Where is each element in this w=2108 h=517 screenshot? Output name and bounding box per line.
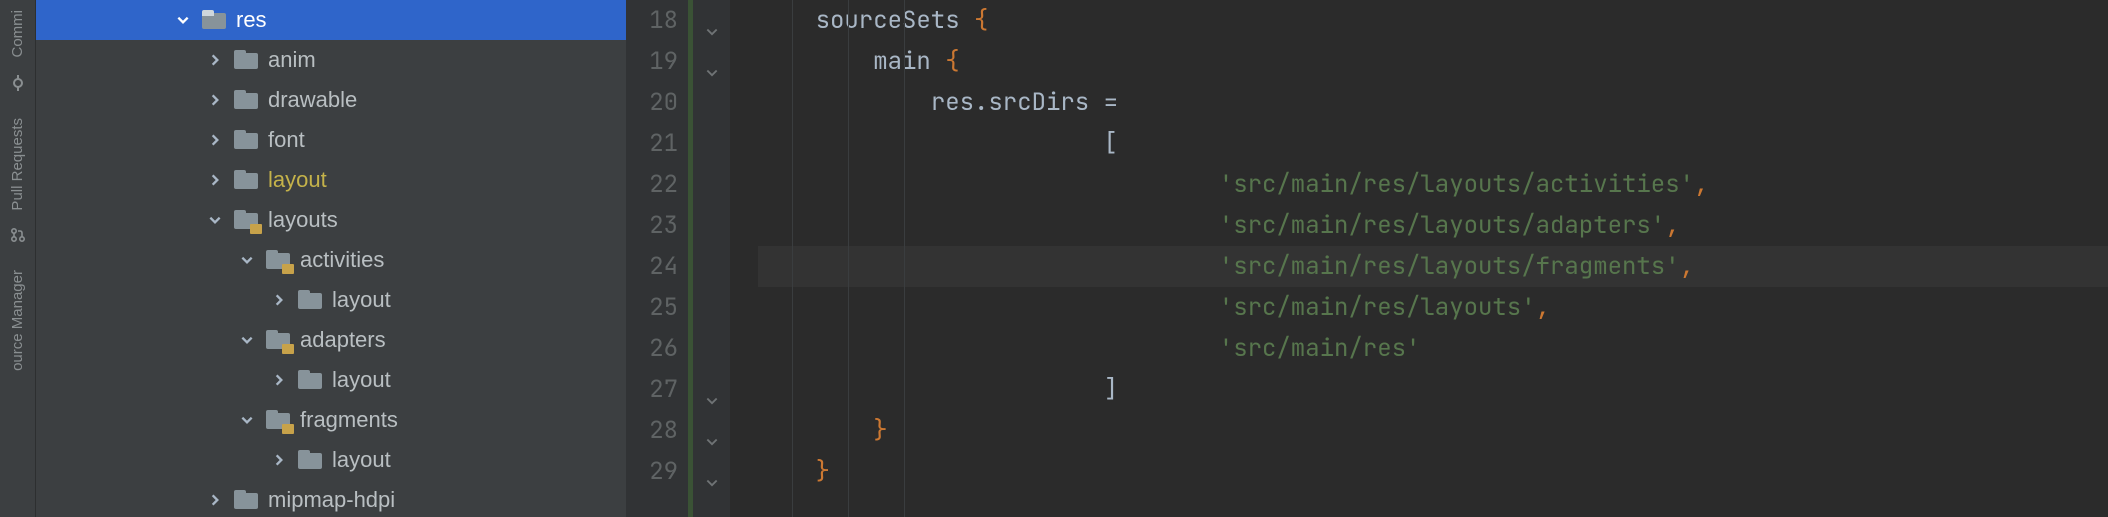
line-number[interactable]: 28 (626, 410, 678, 451)
code-line[interactable]: } (758, 410, 2108, 451)
tree-item-label: res (236, 9, 267, 31)
code-line[interactable]: sourceSets { (758, 0, 2108, 41)
code-line[interactable]: 'src/main/res/layouts/adapters', (758, 205, 2108, 246)
code-line[interactable]: [ (758, 123, 2108, 164)
chevron-down-icon[interactable] (174, 11, 192, 29)
line-number[interactable]: 19 (626, 41, 678, 82)
chevron-right-icon[interactable] (270, 291, 288, 309)
tree-item-label: layout (268, 169, 327, 191)
tree-item-label: layout (332, 369, 391, 391)
editor-fold-gutter[interactable] (688, 0, 730, 517)
tree-item-layout[interactable]: layout (36, 440, 626, 480)
chevron-right-icon[interactable] (206, 51, 224, 69)
line-number[interactable]: 27 (626, 369, 678, 410)
line-number[interactable]: 21 (626, 123, 678, 164)
chevron-right-icon[interactable] (206, 131, 224, 149)
fold-toggle-icon[interactable] (705, 12, 721, 28)
line-number[interactable]: 23 (626, 205, 678, 246)
tree-item-anim[interactable]: anim (36, 40, 626, 80)
tool-tab-commit[interactable]: Commi (9, 0, 26, 68)
chevron-down-icon[interactable] (238, 251, 256, 269)
tool-tab-resource-manager[interactable]: ource Manager (9, 260, 26, 381)
tree-item-res[interactable]: res (36, 0, 626, 40)
tree-item-drawable[interactable]: drawable (36, 80, 626, 120)
line-number[interactable]: 25 (626, 287, 678, 328)
line-number[interactable]: 29 (626, 451, 678, 492)
folder-icon (234, 210, 258, 230)
ide-root: Commi Pull Requests ource Manager resani… (0, 0, 2108, 517)
code-line[interactable]: ] (758, 369, 2108, 410)
chevron-down-icon[interactable] (238, 411, 256, 429)
code-editor[interactable]: 181920212223242526272829 sourceSets { ma… (626, 0, 2108, 517)
editor-code-area[interactable]: sourceSets { main { res.srcDirs = [ 'src… (730, 0, 2108, 517)
tree-item-label: anim (268, 49, 316, 71)
fold-toggle-icon[interactable] (705, 463, 721, 479)
fold-toggle-icon[interactable] (705, 381, 721, 397)
fold-toggle-icon[interactable] (705, 422, 721, 438)
code-line[interactable]: 'src/main/res' (758, 328, 2108, 369)
tree-item-mipmap-hdpi[interactable]: mipmap-hdpi (36, 480, 626, 517)
tree-item-label: layout (332, 289, 391, 311)
folder-icon (234, 50, 258, 70)
chevron-right-icon[interactable] (206, 171, 224, 189)
code-line[interactable]: 'src/main/res/layouts/activities', (758, 164, 2108, 205)
chevron-down-icon[interactable] (238, 331, 256, 349)
line-number[interactable]: 20 (626, 82, 678, 123)
tree-item-adapters[interactable]: adapters (36, 320, 626, 360)
chevron-right-icon[interactable] (270, 451, 288, 469)
folder-icon (266, 330, 290, 350)
editor-gutter[interactable]: 181920212223242526272829 (626, 0, 688, 517)
tree-item-label: adapters (300, 329, 386, 351)
tree-item-label: activities (300, 249, 384, 271)
tree-item-activities[interactable]: activities (36, 240, 626, 280)
tree-item-label: drawable (268, 89, 357, 111)
chevron-right-icon[interactable] (270, 371, 288, 389)
folder-icon (234, 90, 258, 110)
tree-item-layout[interactable]: layout (36, 360, 626, 400)
line-number[interactable]: 24 (626, 246, 678, 287)
folder-icon (298, 370, 322, 390)
tool-tab-pull-requests[interactable]: Pull Requests (9, 108, 26, 221)
tree-item-layout[interactable]: layout (36, 160, 626, 200)
folder-icon (266, 250, 290, 270)
folder-icon (266, 410, 290, 430)
commit-icon (9, 74, 27, 92)
folder-icon (234, 170, 258, 190)
tree-item-label: layout (332, 449, 391, 471)
indent-guide (792, 0, 793, 517)
indent-guide (848, 0, 849, 517)
tree-item-label: font (268, 129, 305, 151)
folder-icon (298, 290, 322, 310)
indent-guide (904, 0, 905, 517)
tree-item-layouts[interactable]: layouts (36, 200, 626, 240)
folder-icon (298, 450, 322, 470)
tree-item-label: mipmap-hdpi (268, 489, 395, 511)
line-number[interactable]: 18 (626, 0, 678, 41)
tree-item-layout[interactable]: layout (36, 280, 626, 320)
line-number[interactable]: 22 (626, 164, 678, 205)
folder-icon (234, 130, 258, 150)
line-number[interactable]: 26 (626, 328, 678, 369)
folder-icon (234, 490, 258, 510)
project-tree[interactable]: resanim drawable font layout layouts activiti… (36, 0, 626, 517)
tree-item-fragments[interactable]: fragments (36, 400, 626, 440)
fold-toggle-icon[interactable] (705, 53, 721, 69)
pull-request-icon (9, 226, 27, 244)
chevron-down-icon[interactable] (206, 211, 224, 229)
tree-item-label: fragments (300, 409, 398, 431)
code-line[interactable]: res.srcDirs = (758, 82, 2108, 123)
tool-window-strip: Commi Pull Requests ource Manager (0, 0, 36, 517)
code-line[interactable]: 'src/main/res/layouts', (758, 287, 2108, 328)
code-line[interactable]: } (758, 451, 2108, 492)
code-line[interactable]: 'src/main/res/layouts/fragments', (758, 246, 2108, 287)
tree-item-label: layouts (268, 209, 338, 231)
chevron-right-icon[interactable] (206, 91, 224, 109)
code-line[interactable]: main { (758, 41, 2108, 82)
folder-icon (202, 10, 226, 30)
tree-item-font[interactable]: font (36, 120, 626, 160)
chevron-right-icon[interactable] (206, 491, 224, 509)
